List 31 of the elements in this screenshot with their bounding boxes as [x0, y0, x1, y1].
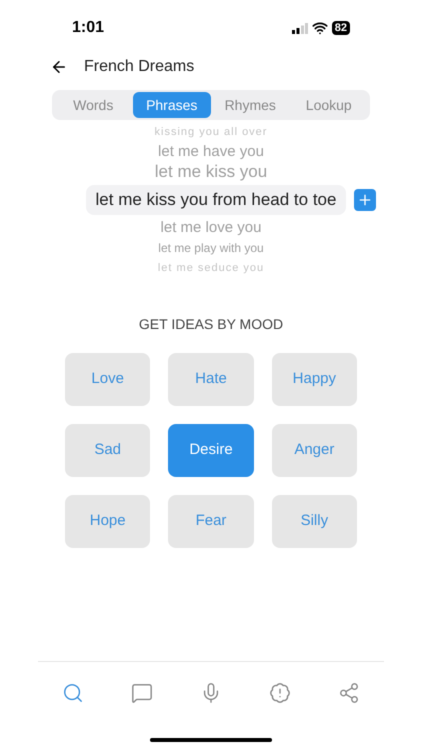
mood-button[interactable]: Happy — [272, 353, 357, 406]
phrase-option[interactable]: let me have you — [158, 142, 264, 162]
signal-icon — [292, 22, 308, 34]
search-icon[interactable] — [62, 682, 84, 704]
section-heading: GET IDEAS BY MOOD — [138, 315, 284, 334]
share-icon[interactable] — [338, 682, 360, 704]
status-time: 1:01 — [72, 18, 104, 38]
phrase-option[interactable]: let me kiss you — [154, 162, 268, 182]
tab[interactable]: Rhymes — [211, 92, 290, 118]
tab[interactable]: Words — [54, 92, 132, 118]
page-title: French Dreams — [84, 57, 194, 77]
mood-button[interactable]: Desire — [168, 424, 254, 477]
add-button[interactable] — [354, 189, 376, 211]
battery-level: 82 — [332, 21, 350, 35]
alert-badge-icon[interactable] — [269, 682, 292, 704]
mood-button[interactable]: Hope — [65, 495, 150, 548]
mood-button[interactable]: Anger — [272, 424, 357, 477]
wifi-icon — [312, 20, 328, 36]
phrase-option[interactable]: let me kiss you from head to toe — [86, 185, 346, 215]
tab[interactable]: Phrases — [132, 92, 211, 118]
mood-button[interactable]: Love — [65, 353, 150, 406]
phrase-option[interactable]: let me seduce you — [158, 258, 264, 278]
tab[interactable]: Lookup — [290, 92, 368, 118]
phrase-option[interactable]: kissing you all over — [154, 122, 268, 142]
mood-button[interactable]: Fear — [168, 495, 254, 548]
mood-button[interactable]: Sad — [65, 424, 150, 477]
phrase-option[interactable]: let me play with you — [158, 238, 264, 258]
mood-button[interactable]: Hate — [168, 353, 254, 406]
message-icon[interactable] — [130, 682, 153, 704]
phrase-option[interactable]: let me love you — [160, 218, 262, 238]
mood-button[interactable]: Silly — [272, 495, 357, 548]
